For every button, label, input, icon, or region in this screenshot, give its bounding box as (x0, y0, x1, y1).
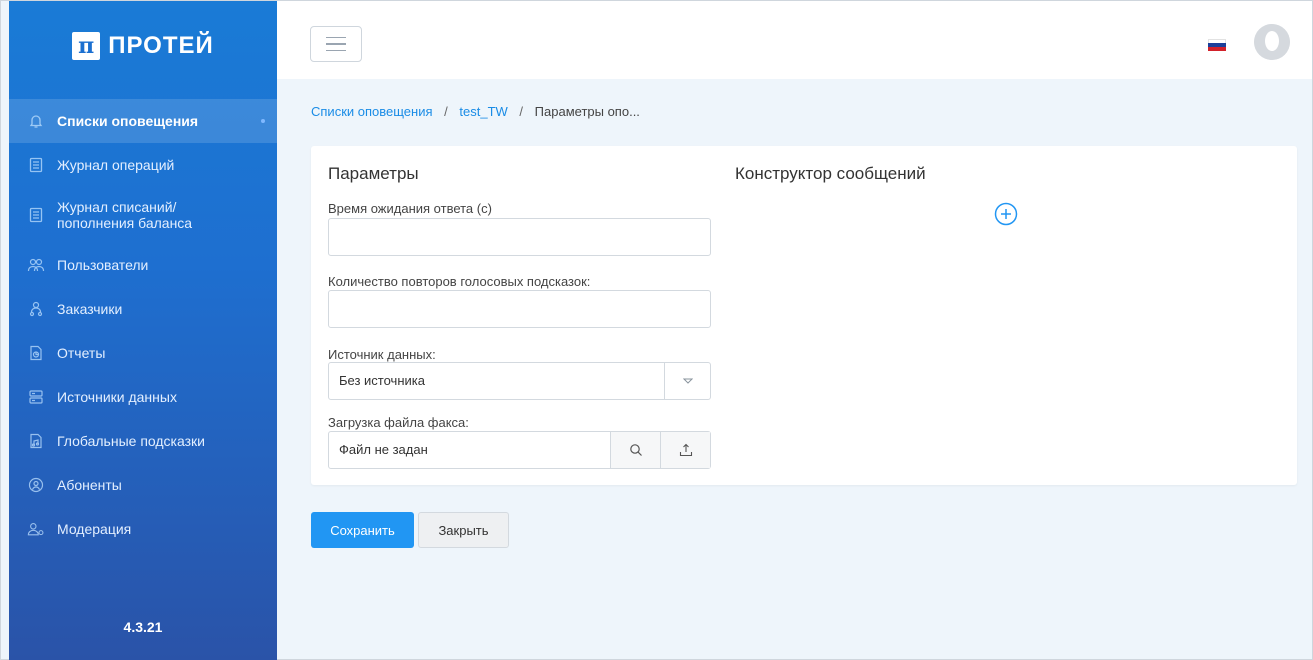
sidebar-item-data-sources[interactable]: Источники данных (9, 375, 277, 419)
sidebar-nav: Списки оповещения Журнал операций Журнал… (9, 99, 277, 551)
save-button[interactable]: Сохранить (311, 512, 414, 548)
customers-icon (27, 300, 45, 318)
repeat-count-input[interactable] (328, 290, 711, 328)
sidebar-item-label: Абоненты (57, 476, 122, 493)
avatar[interactable] (1254, 24, 1290, 60)
response-timeout-label: Время ожидания ответа (с) (328, 201, 492, 216)
language-flag-icon[interactable] (1208, 39, 1226, 51)
sidebar-item-subscribers[interactable]: Абоненты (9, 463, 277, 507)
sidebar-item-users[interactable]: Пользователи (9, 243, 277, 287)
sidebar-item-balance-log[interactable]: Журнал списаний/ пополнения баланса (9, 187, 277, 243)
upload-file-button[interactable] (660, 432, 710, 468)
sidebar-item-customers[interactable]: Заказчики (9, 287, 277, 331)
database-icon (27, 388, 45, 406)
data-source-select[interactable]: Без источника (328, 362, 711, 400)
hamburger-icon (326, 49, 346, 52)
top-header (277, 1, 1312, 79)
logo-mark: π (72, 32, 101, 60)
sidebar-item-global-prompts[interactable]: Глобальные подсказки (9, 419, 277, 463)
report-icon (27, 344, 45, 362)
search-icon (629, 444, 642, 456)
fax-file-value: Файл не задан (339, 442, 428, 457)
sidebar-item-label: Заказчики (57, 300, 123, 317)
breadcrumb-current: Параметры опо... (534, 104, 640, 119)
response-timeout-input[interactable] (328, 218, 711, 256)
sidebar: π ПРОТЕЙ Списки оповещения Журнал операц… (9, 1, 277, 660)
parameters-card: Параметры Конструктор сообщений Время ож… (311, 146, 1297, 485)
document-list-icon (27, 206, 45, 224)
breadcrumb-separator: / (444, 104, 448, 119)
breadcrumb: Списки оповещения / test_TW / Параметры … (311, 104, 640, 119)
document-list-icon (27, 156, 45, 174)
sidebar-item-moderation[interactable]: Модерация (9, 507, 277, 551)
sidebar-item-label: Пользователи (57, 256, 149, 273)
hamburger-icon (326, 36, 346, 39)
active-indicator (261, 119, 265, 123)
app-version: 4.3.21 (123, 619, 163, 635)
parameters-title: Параметры (328, 164, 419, 183)
logo-text: ПРОТЕЙ (108, 32, 214, 59)
logo[interactable]: π ПРОТЕЙ (9, 1, 277, 91)
data-source-label: Источник данных: (328, 347, 436, 362)
upload-icon (679, 443, 692, 457)
user-moderation-icon (27, 520, 45, 538)
sidebar-item-operations-log[interactable]: Журнал операций (9, 143, 277, 187)
sidebar-item-label: Списки оповещения (57, 112, 199, 129)
sidebar-item-reports[interactable]: Отчеты (9, 331, 277, 375)
sidebar-item-alert-lists[interactable]: Списки оповещения (9, 99, 277, 143)
sidebar-item-label: Журнал списаний/ пополнения баланса (57, 198, 193, 231)
sidebar-item-label: Глобальные подсказки (57, 432, 205, 449)
sidebar-item-label: Отчеты (57, 344, 106, 361)
browse-file-button[interactable] (610, 432, 660, 468)
add-message-icon[interactable] (994, 202, 1018, 226)
chevron-down-icon[interactable] (664, 363, 710, 399)
bell-icon (27, 112, 45, 130)
breadcrumb-link-list[interactable]: test_TW (459, 104, 507, 119)
close-button[interactable]: Закрыть (418, 512, 509, 548)
message-constructor-title: Конструктор сообщений (735, 164, 926, 183)
sidebar-item-label: Модерация (57, 520, 132, 537)
breadcrumb-link-alert-lists[interactable]: Списки оповещения (311, 104, 433, 119)
sidebar-item-label: Источники данных (57, 388, 177, 405)
fax-upload-field: Файл не задан (328, 431, 711, 469)
fax-upload-label: Загрузка файла факса: (328, 415, 469, 430)
hamburger-icon (326, 43, 346, 45)
sidebar-item-label: Журнал операций (57, 156, 175, 173)
users-icon (27, 256, 45, 274)
breadcrumb-separator: / (519, 104, 524, 119)
repeat-count-label: Количество повторов голосовых подсказок: (328, 274, 591, 289)
user-circle-icon (27, 476, 45, 494)
data-source-value: Без источника (339, 373, 425, 388)
audio-file-icon (27, 432, 45, 450)
menu-toggle-button[interactable] (310, 26, 362, 62)
